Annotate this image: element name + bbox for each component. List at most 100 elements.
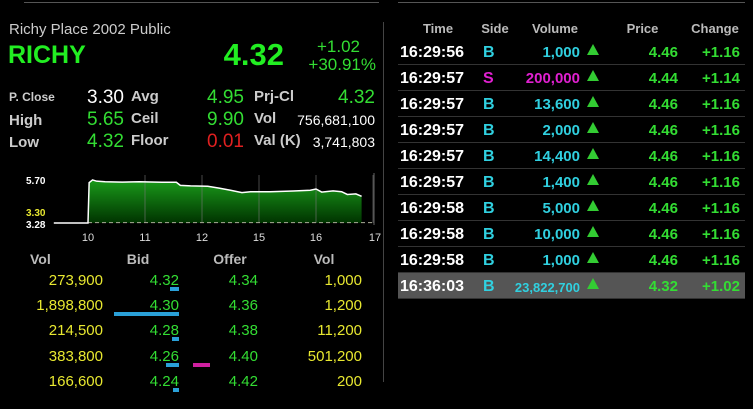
- tick-time: 16:29:58: [400, 226, 465, 243]
- ticker-row[interactable]: 16:29:58 B 1,000 4.46 +1.16: [398, 247, 745, 273]
- up-arrow-icon: [587, 252, 599, 263]
- ticker-row[interactable]: 16:29:57 B 13,600 4.46 +1.16: [398, 91, 745, 117]
- offer-volume: 200: [336, 372, 362, 390]
- ticker-row[interactable]: 16:29:57 S 200,000 4.44 +1.14: [398, 65, 745, 91]
- ticker-header: Change: [691, 21, 739, 36]
- bid-price[interactable]: 4.24: [130, 373, 179, 390]
- symbol: RICHY: [8, 41, 86, 69]
- tick-volume: 1,000: [542, 44, 580, 61]
- x-tick-label: 15: [253, 232, 265, 244]
- bid-volume: 214,500: [48, 322, 103, 340]
- stat-value: 5.65: [87, 109, 124, 130]
- tick-price: 4.44: [648, 70, 678, 87]
- tick-change: +1.16: [702, 44, 740, 61]
- tick-volume: 23,822,700: [514, 280, 580, 295]
- orderbook-header: Offer: [213, 251, 247, 267]
- stat-value: 9.90: [207, 109, 244, 130]
- bid-volume-bar: [114, 312, 179, 317]
- ticker-row[interactable]: 16:29:58 B 10,000 4.46 +1.16: [398, 221, 745, 247]
- x-tick-label: 16: [310, 232, 322, 244]
- offer-price[interactable]: 4.36: [208, 297, 258, 314]
- up-arrow-icon: [587, 148, 599, 159]
- stat-label: Low: [9, 134, 39, 151]
- last-price: 4.32: [223, 37, 284, 72]
- tick-volume: 5,000: [542, 200, 580, 217]
- offer-price[interactable]: 4.34: [208, 272, 258, 289]
- change-pct: +30.91%: [308, 55, 376, 74]
- tick-change: +1.16: [702, 122, 740, 139]
- up-arrow-icon: [587, 122, 599, 133]
- bid-volume: 273,900: [48, 272, 103, 289]
- stat-value: 4.32: [87, 131, 124, 152]
- tick-price: 4.32: [648, 278, 678, 295]
- tick-volume: 2,000: [542, 122, 580, 139]
- bid-volume-bar: [171, 337, 179, 342]
- price-area: [89, 179, 362, 223]
- up-arrow-icon: [587, 96, 599, 107]
- tick-change: +1.02: [702, 278, 740, 295]
- ticker-row[interactable]: 16:29:56 B 1,000 4.46 +1.16: [398, 39, 745, 65]
- bid-volume-bar: [173, 387, 179, 392]
- bid-volume: 383,800: [48, 347, 103, 365]
- tick-volume: 13,600: [534, 96, 580, 113]
- change: +1.02: [316, 37, 360, 56]
- offer-volume-bar: [192, 362, 210, 367]
- stat-value: 4.95: [207, 87, 244, 108]
- orderbook-header: Vol: [313, 251, 335, 267]
- x-tick-label: 11: [139, 232, 150, 244]
- tick-volume: 200,000: [525, 70, 580, 87]
- tick-time: 16:29:58: [400, 252, 465, 269]
- tick-volume: 10,000: [534, 226, 580, 243]
- ticker-row[interactable]: 16:29:57 B 1,400 4.46 +1.16: [398, 169, 745, 195]
- offer-price[interactable]: 4.40: [208, 348, 258, 365]
- x-tick-label: 10: [82, 232, 94, 244]
- y-tick-label: 3.30: [26, 208, 46, 219]
- tick-time: 16:29:57: [400, 96, 465, 113]
- tick-time: 16:29:57: [400, 70, 465, 87]
- offer-price[interactable]: 4.38: [208, 322, 258, 339]
- offer-volume: 1,200: [324, 297, 362, 315]
- y-tick-label: 3.28: [26, 220, 46, 231]
- offer-price[interactable]: 4.42: [208, 373, 258, 390]
- ticker-row[interactable]: 16:36:03 B 23,822,700 4.32 +1.02: [398, 273, 745, 299]
- ticker-row[interactable]: 16:29:58 B 5,000 4.46 +1.16: [398, 195, 745, 221]
- tick-time: 16:29:56: [400, 44, 465, 61]
- stat-label: Ceil: [131, 110, 159, 127]
- ticker-row[interactable]: 16:29:57 B 2,000 4.46 +1.16: [398, 117, 745, 143]
- tick-price: 4.46: [648, 200, 678, 217]
- offer-volume: 501,200: [307, 347, 362, 365]
- ticker-header: Time: [422, 21, 454, 36]
- company-name: Richy Place 2002 Public: [9, 21, 171, 38]
- ticker-header: Price: [626, 21, 659, 36]
- tick-change: +1.16: [702, 174, 740, 191]
- top-divider: [24, 2, 379, 3]
- tick-time: 16:29:57: [400, 174, 465, 191]
- stat-value: 756,681,100: [297, 112, 375, 128]
- tick-price: 4.46: [648, 174, 678, 191]
- offer-volume: 11,200: [317, 322, 362, 340]
- up-arrow-icon: [587, 44, 599, 55]
- price-chart: 5.70 3.303.28 10 11 12 15 16 17: [26, 173, 381, 244]
- stat-value: 3,741,803: [312, 134, 375, 150]
- stat-value: 3.30: [87, 87, 124, 108]
- tick-change: +1.16: [702, 148, 740, 165]
- tick-time: 16:29:57: [400, 122, 465, 139]
- x-tick-label: 17: [369, 232, 381, 244]
- tick-price: 4.46: [648, 252, 678, 269]
- stat-label: P. Close: [9, 90, 55, 104]
- tick-time: 16:29:58: [400, 200, 465, 217]
- x-tick-label: 12: [196, 232, 208, 244]
- y-tick-label: 5.70: [26, 176, 46, 187]
- bid-volume-bar: [165, 362, 179, 367]
- up-arrow-icon: [587, 226, 599, 237]
- ticker-header: Volume: [532, 21, 578, 36]
- stat-label: Floor: [131, 132, 169, 149]
- tick-volume: 1,400: [542, 174, 580, 191]
- ticker-row[interactable]: 16:29:57 B 14,400 4.46 +1.16: [398, 143, 745, 169]
- orderbook-header: Bid: [126, 251, 150, 267]
- tick-change: +1.16: [702, 226, 740, 243]
- tick-change: +1.16: [702, 96, 740, 113]
- tick-volume: 1,000: [542, 252, 580, 269]
- tick-time: 16:36:03: [400, 278, 465, 295]
- bid-volume: 1,898,800: [36, 297, 103, 315]
